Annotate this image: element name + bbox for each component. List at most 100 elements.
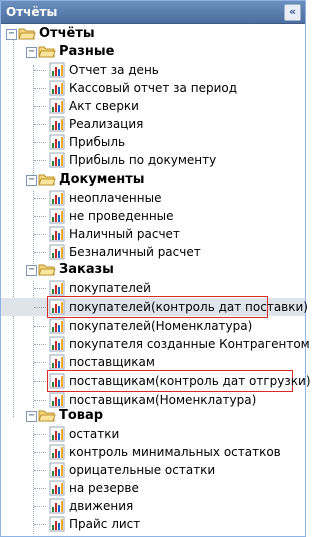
tree-item-label: поставщикам <box>69 355 155 369</box>
tree-item[interactable]: Реализация <box>1 115 305 133</box>
tree-item[interactable]: поставщикам <box>1 353 305 371</box>
tree-item-label: покупателей <box>69 281 151 295</box>
tree-item[interactable]: на резерве <box>1 479 305 497</box>
report-chart-icon <box>49 318 65 334</box>
tree-connector <box>34 307 46 308</box>
report-chart-icon <box>49 444 65 460</box>
open-folder-icon <box>38 264 56 276</box>
reports-panel: Отчёты « − Отчёты − Разные Отчет за день… <box>0 0 311 537</box>
tree-connector <box>34 160 46 161</box>
tree-item[interactable]: остатки <box>1 425 305 443</box>
tree-item[interactable]: покупателей <box>1 279 305 297</box>
tree-connector <box>34 198 46 199</box>
tree-connector <box>34 362 46 363</box>
open-folder-icon <box>38 174 56 186</box>
tree-item-label: Реализация <box>69 117 144 131</box>
tree-item[interactable]: Акт сверки <box>1 97 305 115</box>
tree-item[interactable]: не проведенные <box>1 207 305 225</box>
tree-item-label: покупателя созданные Контрагентом <box>69 337 310 351</box>
tree-connector <box>34 434 46 435</box>
tree-connector <box>34 470 46 471</box>
tree-connector <box>34 70 46 71</box>
tree-item[interactable]: покупателя созданные Контрагентом <box>1 335 310 353</box>
tree-item-label: на резерве <box>69 481 139 495</box>
tree-item-label: покупателей(Номенклатура) <box>69 319 253 333</box>
report-chart-icon <box>49 280 65 296</box>
tree-node-group-orders[interactable]: − Заказы <box>1 261 305 279</box>
report-chart-icon <box>49 226 65 242</box>
report-chart-icon <box>49 134 65 150</box>
tree-connector <box>34 124 46 125</box>
tree-connector <box>34 234 46 235</box>
tree-node-root[interactable]: − Отчёты <box>1 25 305 43</box>
report-chart-icon <box>49 498 65 514</box>
open-folder-icon <box>18 28 36 40</box>
tree-node-label: Отчёты <box>39 26 95 41</box>
tree-item-label: Акт сверки <box>69 99 139 113</box>
tree-node-group-misc[interactable]: − Разные <box>1 43 305 61</box>
tree-node-label: Заказы <box>59 262 114 277</box>
collapse-panel-button[interactable]: « <box>284 4 301 21</box>
report-chart-icon <box>49 516 65 532</box>
tree-connector <box>34 326 46 327</box>
tree-item-label: движения <box>69 499 134 513</box>
report-chart-icon <box>49 116 65 132</box>
report-chart-icon <box>49 336 65 352</box>
tree-item-label: контроль минимальных остатков <box>69 445 281 459</box>
tree-connector <box>34 252 46 253</box>
tree-connector <box>34 344 46 345</box>
tree-item[interactable]: поставщикам(контроль дат отгрузки) <box>1 370 311 392</box>
tree-item-label: орицательные остатки <box>69 463 216 477</box>
tree-connector <box>34 288 46 289</box>
tree-item[interactable]: Безналичный расчет <box>1 243 305 261</box>
tree-item[interactable]: орицательные остатки <box>1 461 305 479</box>
tree-item-label: Наличный расчет <box>69 227 180 241</box>
tree-item[interactable]: Прибыль по документу <box>1 151 305 169</box>
tree-connector <box>34 216 46 217</box>
report-chart-icon <box>49 208 65 224</box>
tree-node-label: Документы <box>59 172 145 187</box>
tree-item-label: остатки <box>69 427 120 441</box>
tree-item[interactable]: Отчет за день <box>1 61 305 79</box>
tree-item[interactable]: Наличный расчет <box>1 225 305 243</box>
tree-node-label: Разные <box>59 44 115 59</box>
tree-item[interactable]: Прибыль <box>1 133 305 151</box>
collapse-toggle-icon[interactable]: − <box>26 411 37 422</box>
report-chart-icon <box>49 190 65 206</box>
collapse-toggle-icon[interactable]: − <box>26 265 37 276</box>
tree-item-label: Кассовый отчет за период <box>69 81 238 95</box>
panel-title: Отчёты <box>6 5 58 19</box>
tree-connector <box>34 142 46 143</box>
tree-node-label: Товар <box>59 408 104 423</box>
report-chart-icon <box>49 462 65 478</box>
tree-connector <box>34 106 46 107</box>
tree-connector <box>34 88 46 89</box>
tree-item[interactable]: покупателей(Номенклатура) <box>1 317 305 335</box>
double-chevron-left-icon: « <box>288 5 297 18</box>
collapse-toggle-icon[interactable]: − <box>6 29 17 40</box>
open-folder-icon <box>38 410 56 422</box>
tree-item-label: Прайс лист <box>69 517 141 531</box>
tree-node-group-goods[interactable]: − Товар <box>1 407 305 425</box>
collapse-toggle-icon[interactable]: − <box>26 175 37 186</box>
tree-item[interactable]: движения <box>1 497 305 515</box>
tree-item-label: поставщикам(Номенклатура) <box>69 393 257 407</box>
tree-connector <box>34 381 46 382</box>
tree-item-selected[interactable]: покупателей(контроль дат поставки) <box>1 296 308 318</box>
tree-item-label: поставщикам(контроль дат отгрузки) <box>69 374 311 388</box>
report-chart-icon <box>49 373 65 389</box>
tree-node-group-documents[interactable]: − Документы <box>1 171 305 189</box>
tree-item-label: Прибыль по документу <box>69 153 217 167</box>
collapse-toggle-icon[interactable]: − <box>26 47 37 58</box>
report-chart-icon <box>49 354 65 370</box>
tree-item-label: Безналичный расчет <box>69 245 201 259</box>
tree-item[interactable]: неоплаченные <box>1 189 305 207</box>
tree-item[interactable]: Прайс лист <box>1 515 305 533</box>
tree-item[interactable]: Кассовый отчет за период <box>1 79 305 97</box>
tree-item[interactable]: контроль минимальных остатков <box>1 443 305 461</box>
report-chart-icon <box>49 480 65 496</box>
tree-connector <box>34 452 46 453</box>
report-chart-icon <box>49 299 65 315</box>
report-chart-icon <box>49 98 65 114</box>
tree-item-label: неоплаченные <box>69 191 162 205</box>
